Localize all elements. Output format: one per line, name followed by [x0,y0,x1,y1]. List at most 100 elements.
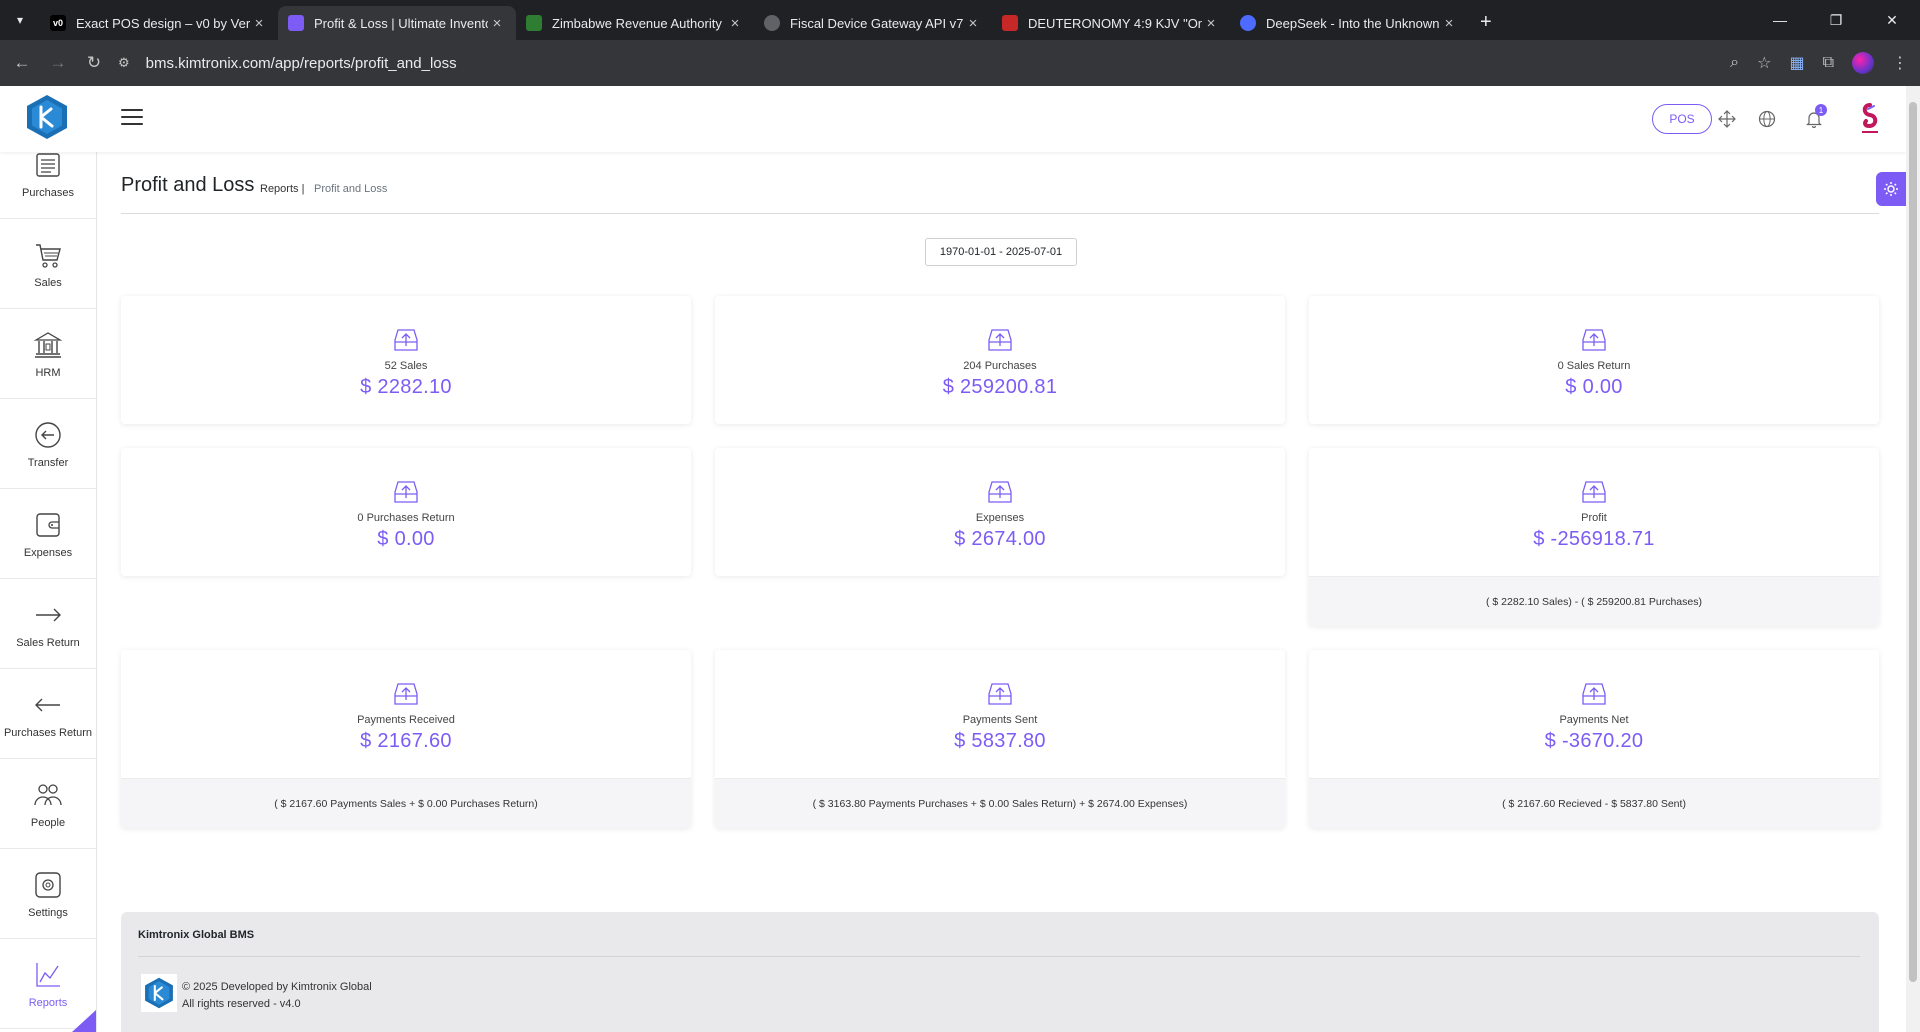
browser-tab-1[interactable]: Profit & Loss | Ultimate Inventory × [278,6,516,40]
globe-favicon-icon [764,15,780,31]
window-controls: — ❐ ✕ [1752,0,1920,40]
browser-tab-2[interactable]: Zimbabwe Revenue Authority × [516,6,754,40]
card-payments-received: Payments Received $ 2167.60 ( $ 2167.60 … [121,650,691,828]
card-sales: 52 Sales $ 2282.10 [121,296,691,424]
sidebar-item-label: Transfer [27,456,69,469]
zoom-icon[interactable]: ⌕ [1730,54,1739,72]
more-menu-icon[interactable]: ⋮ [1892,53,1908,73]
card-formula: ( $ 2167.60 Payments Sales + $ 0.00 Purc… [121,778,691,828]
cart-icon [36,243,61,268]
forward-icon[interactable]: → [40,53,76,73]
card-value: $ 0.00 [377,527,435,550]
date-range-picker[interactable]: 1970-01-01 - 2025-07-01 [925,238,1077,266]
chart-icon [36,962,60,987]
tab-title: DeepSeek - Into the Unknown [1266,15,1440,31]
people-icon [34,783,62,805]
tab-title: Profit & Loss | Ultimate Inventory [314,15,488,31]
card-profit: Profit $ -256918.71 ( $ 2282.10 Sales) -… [1309,448,1879,626]
card-value: $ -256918.71 [1533,527,1655,550]
sidebar-item-sales[interactable]: Sales [0,220,96,309]
upload-box-icon [988,480,1012,503]
url-text: bms.kimtronix.com/app/reports/profit_and… [145,54,457,72]
card-formula: ( $ 2167.60 Recieved - $ 5837.80 Sent) [1309,778,1879,828]
upload-box-icon [1582,480,1606,503]
upload-box-icon [394,480,418,503]
v0-favicon-icon: v0 [50,15,66,31]
tab-title: Zimbabwe Revenue Authority [552,15,722,31]
sidebar-item-label: Purchases [22,186,74,199]
new-tab-button[interactable]: + [1468,11,1504,34]
sidebar-item-sales-return[interactable]: Sales Return [0,580,96,669]
toolbar-actions: ⌕ ☆ ▦ ⧉ ⋮ [1730,40,1908,86]
settings-icon [35,871,61,898]
close-window-icon[interactable]: ✕ [1864,0,1920,40]
browser-tab-3[interactable]: Fiscal Device Gateway API v7.2 × [754,6,992,40]
theme-settings-button[interactable] [1876,172,1906,206]
restore-icon[interactable]: ❐ [1808,0,1864,40]
notification-bell-icon[interactable]: 1 [1803,104,1827,130]
close-tab-icon[interactable]: × [250,15,268,32]
reload-icon[interactable]: ↻ [76,53,112,73]
extensions-icon[interactable]: ⧉ [1823,54,1834,72]
kimtronix-logo-icon[interactable] [26,94,68,140]
extension-grid-icon[interactable]: ▦ [1789,53,1804,73]
language-globe-icon[interactable] [1756,108,1778,130]
wallet-icon [36,512,60,537]
sidebar-item-purchases-return[interactable]: Purchases Return [0,670,96,759]
sidebar-item-label: Settings [28,906,68,919]
copyright-text: © 2025 Developed by Kimtronix Global [182,981,372,993]
browser-tab-4[interactable]: DEUTERONOMY 4:9 KJV "Only take heed × [992,6,1230,40]
close-tab-icon[interactable]: × [1202,15,1220,32]
sidebar-item-label: People [30,816,66,829]
user-avatar-icon[interactable] [1855,102,1885,136]
footer-copyright: © 2025 Developed by Kimtronix Global All… [182,979,372,1013]
scrollbar-thumb[interactable] [1909,102,1917,982]
upload-box-icon [1582,682,1606,705]
arrow-right-icon [36,608,61,621]
sidebar-item-settings[interactable]: Settings [0,850,96,939]
sidebar-item-people[interactable]: People [0,760,96,849]
minimize-icon[interactable]: — [1752,0,1808,40]
sidebar-item-label: Sales Return [16,636,80,649]
zimra-favicon-icon [526,15,542,31]
tab-title: Exact POS design – v0 by Vercel [76,15,250,31]
browser-toolbar: ← → ↻ ⚙ bms.kimtronix.com/app/reports/pr… [0,40,1920,86]
sidebar-item-transfer[interactable]: Transfer [0,400,96,489]
close-tab-icon[interactable]: × [1440,15,1458,32]
close-tab-icon[interactable]: × [964,15,982,32]
tab-search-button[interactable]: ▾ [0,0,40,40]
sidebar-nav: Purchases Sales HRM Transfer Expenses Sa… [0,152,97,1032]
app-header: POS 1 [0,86,1906,152]
pos-button[interactable]: POS [1652,104,1712,134]
card-label: Expenses [975,511,1025,524]
site-info-icon[interactable]: ⚙ [118,55,130,71]
sidebar-item-expenses[interactable]: Expenses [0,490,96,579]
bank-icon [33,331,63,358]
upload-box-icon [394,682,418,705]
footer-divider [138,956,1860,957]
sidebar-item-purchases[interactable]: Purchases [0,152,96,219]
profile-avatar[interactable] [1852,52,1874,74]
fullscreen-icon[interactable] [1716,108,1738,130]
breadcrumb-reports[interactable]: Reports | [260,183,304,195]
card-label: Profit [1581,511,1607,524]
back-icon[interactable]: ← [4,53,40,73]
bookmark-star-icon[interactable]: ☆ [1757,53,1771,73]
sidebar-item-label: Expenses [23,546,73,559]
card-label: Payments Received [357,713,455,726]
card-formula: ( $ 3163.80 Payments Purchases + $ 0.00 … [715,778,1285,828]
sidebar-item-label: HRM [35,366,61,379]
sidebar-item-hrm[interactable]: HRM [0,310,96,399]
browser-tab-5[interactable]: DeepSeek - Into the Unknown × [1230,6,1468,40]
browser-tab-bar: ▾ v0 Exact POS design – v0 by Vercel × P… [0,0,1920,40]
address-bar[interactable]: ⚙ bms.kimtronix.com/app/reports/profit_a… [118,46,1678,80]
footer-logo [141,974,177,1012]
menu-toggle-icon[interactable] [121,109,143,125]
sidebar-item-label: Reports [28,996,68,1009]
browser-tab-0[interactable]: v0 Exact POS design – v0 by Vercel × [40,6,278,40]
upload-box-icon [988,328,1012,351]
close-tab-icon[interactable]: × [488,15,506,32]
close-tab-icon[interactable]: × [726,15,744,32]
footer-brand: Kimtronix Global BMS [138,929,255,941]
gear-icon [1884,182,1898,196]
